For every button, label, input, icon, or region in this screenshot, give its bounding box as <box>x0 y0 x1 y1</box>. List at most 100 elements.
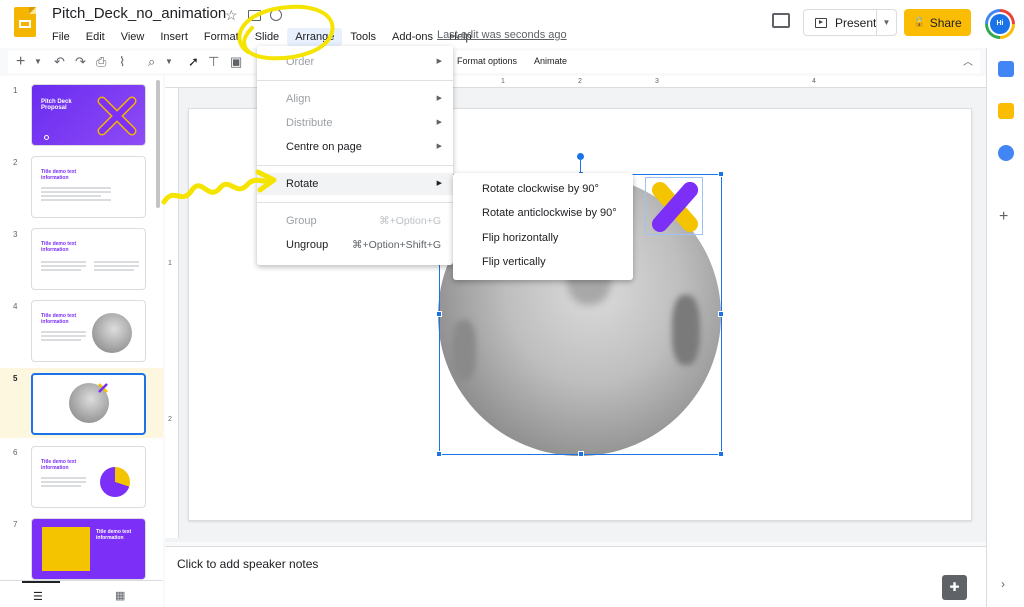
side-panel: + › <box>986 48 1024 607</box>
resize-handle[interactable] <box>718 451 724 457</box>
share-button[interactable]: 🔒 Share <box>904 9 971 36</box>
ruler-mark: 4 <box>812 78 816 85</box>
slide-thumbnail[interactable]: Title demo text information <box>31 156 146 218</box>
menu-insert[interactable]: Insert <box>152 28 196 46</box>
document-title[interactable]: Pitch_Deck_no_animation <box>52 5 226 22</box>
menu-item-ungroup[interactable]: Ungroup ⌘+Option+Shift+G <box>257 234 453 256</box>
resize-handle[interactable] <box>436 311 442 317</box>
filmstrip-slide[interactable]: 7 Title demo text information <box>0 514 163 580</box>
submenu-arrow-icon: ▶ <box>436 119 442 126</box>
keep-icon[interactable] <box>998 103 1014 119</box>
menu-item-flip-horizontally[interactable]: Flip horizontally <box>453 227 633 249</box>
resize-handle[interactable] <box>718 311 724 317</box>
present-dropdown-icon[interactable]: ▼ <box>876 10 896 35</box>
view-toggle-bar: ☰ ▦ <box>0 580 163 607</box>
annotation-arrow <box>161 169 277 205</box>
select-cursor-icon[interactable]: ➚ <box>188 51 199 73</box>
slide-thumbnail[interactable]: Title demo text information <box>31 300 146 362</box>
slide-thumbnail[interactable]: Pitch Deck Proposal <box>31 84 146 146</box>
share-label: Share <box>929 15 962 30</box>
filmstrip-slide[interactable]: 4 Title demo text information <box>0 296 163 362</box>
menu-item-rotate-clockwise[interactable]: Rotate clockwise by 90° <box>453 178 633 200</box>
grid-view-icon[interactable]: ▦ <box>115 589 125 602</box>
account-avatar[interactable]: Hi <box>985 9 1015 39</box>
paint-format-icon[interactable]: ⌇ <box>119 51 125 73</box>
slides-logo[interactable] <box>14 7 36 37</box>
redo-icon[interactable]: ↷ <box>75 51 86 73</box>
filmstrip-slide[interactable]: 2 Title demo text information <box>0 152 163 218</box>
arrange-menu: Order ▶ Align ▶ Distribute ▶ Centre on page… <box>257 46 453 265</box>
text-box-icon[interactable]: ⊤ <box>208 51 219 73</box>
submenu-arrow-icon: ▶ <box>436 58 442 65</box>
filmstrip-view-icon[interactable]: ☰ <box>33 590 43 603</box>
slide-thumbnail[interactable]: Title demo text information <box>31 446 146 508</box>
slide-thumbnail-title: Title demo text information <box>41 459 77 471</box>
slide-number: 3 <box>13 230 18 239</box>
menu-item-flip-vertically[interactable]: Flip vertically <box>453 251 633 273</box>
menu-item-group: Group ⌘+Option+G <box>286 215 441 227</box>
yellow-block <box>42 527 90 571</box>
resize-handle[interactable] <box>578 451 584 457</box>
pie-chart-thumbnail <box>100 467 130 497</box>
slide-number: 7 <box>13 520 18 529</box>
ruler-mark: 3 <box>655 78 659 85</box>
menu-view[interactable]: View <box>113 28 153 46</box>
slide-number: 1 <box>13 86 18 95</box>
menu-item-centre-on-page[interactable]: Centre on page ▶ <box>257 136 453 158</box>
present-button[interactable]: Present ▼ <box>803 9 897 36</box>
slide-thumbnail-title: Title demo text information <box>41 241 77 253</box>
filmstrip-slide-selected[interactable]: 5 <box>0 368 163 438</box>
slide-number: 4 <box>13 302 18 311</box>
lock-icon: 🔒 <box>913 17 926 28</box>
undo-icon[interactable]: ↶ <box>54 51 65 73</box>
format-options-button[interactable]: Format options <box>457 56 517 66</box>
zoom-icon[interactable]: ⌕ <box>148 51 155 73</box>
resize-handle[interactable] <box>436 451 442 457</box>
menu-edit[interactable]: Edit <box>78 28 113 46</box>
new-slide-dropdown-icon[interactable]: ▼ <box>34 51 42 73</box>
explore-icon[interactable]: ✚ <box>942 575 967 600</box>
filmstrip-slide[interactable]: 3 Title demo text information <box>0 224 163 290</box>
menu-item-rotate-anticlockwise[interactable]: Rotate anticlockwise by 90° <box>453 202 633 224</box>
filmstrip-slide[interactable]: 6 Title demo text information <box>0 442 163 508</box>
x-logo-outline-icon <box>97 96 137 136</box>
ruler-mark: 2 <box>168 416 172 423</box>
new-slide-icon[interactable]: + <box>16 51 25 73</box>
collapse-toolbar-icon[interactable]: ︿ <box>963 53 973 68</box>
animate-button[interactable]: Animate <box>534 56 567 66</box>
rotation-handle[interactable] <box>577 153 584 160</box>
slide-thumbnail-title: Title demo text information <box>96 529 132 541</box>
last-edit-link[interactable]: Last edit was seconds ago <box>437 29 567 41</box>
menu-tools[interactable]: Tools <box>342 28 384 46</box>
speaker-notes-placeholder[interactable]: Click to add speaker notes <box>177 557 318 571</box>
present-icon <box>815 17 827 28</box>
ruler-mark: 1 <box>168 260 172 267</box>
menu-item-rotate[interactable]: Rotate ▶ <box>257 173 453 195</box>
slide-thumbnail-title: Title demo text information <box>41 169 77 181</box>
filmstrip-slide[interactable]: 1 Pitch Deck Proposal <box>0 80 163 146</box>
add-ons-plus-icon[interactable]: + <box>999 208 1008 226</box>
expand-panel-icon[interactable]: › <box>1001 577 1005 591</box>
present-label: Present <box>835 15 877 30</box>
rotation-stem <box>580 160 581 174</box>
slide-number: 5 <box>13 374 18 383</box>
slide-thumbnail-title: Pitch Deck Proposal <box>41 99 72 111</box>
comments-icon[interactable] <box>772 13 790 28</box>
tasks-icon[interactable] <box>998 145 1014 161</box>
slide-thumbnail[interactable]: Title demo text information <box>31 518 146 580</box>
menu-addons[interactable]: Add-ons <box>384 28 441 46</box>
submenu-arrow-icon: ▶ <box>436 143 442 150</box>
calendar-icon[interactable] <box>998 61 1014 77</box>
menu-item-distribute: Distribute ▶ <box>257 112 453 134</box>
resize-handle[interactable] <box>718 171 724 177</box>
speaker-notes[interactable]: Click to add speaker notes ✚ <box>165 546 986 607</box>
menu-file[interactable]: File <box>44 28 78 46</box>
photo-thumbnail <box>92 313 132 353</box>
slides-app: Pitch_Deck_no_animation ☆ File Edit View… <box>0 0 1024 607</box>
zoom-dropdown-icon[interactable]: ▼ <box>165 51 173 73</box>
slide-thumbnail[interactable]: Title demo text information <box>31 228 146 290</box>
ruler-mark: 2 <box>578 78 582 85</box>
slide-thumbnail[interactable] <box>31 373 146 435</box>
x-logo-icon <box>98 383 108 393</box>
print-icon[interactable]: ⎙ <box>96 51 106 73</box>
